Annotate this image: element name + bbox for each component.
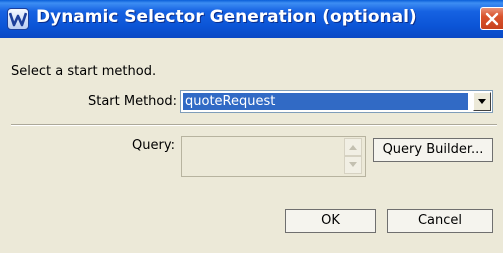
close-x-icon [485, 12, 499, 26]
window-title: Dynamic Selector Generation (optional) [36, 7, 417, 27]
dropdown-arrow-button[interactable] [473, 92, 491, 111]
wsad-w-icon[interactable] [7, 8, 29, 30]
scroll-up-button[interactable] [344, 138, 362, 156]
title-bar[interactable]: Dynamic Selector Generation (optional) [0, 0, 503, 38]
chevron-down-icon [349, 162, 357, 167]
dialog-window: Dynamic Selector Generation (optional) S… [0, 0, 503, 253]
chevron-up-icon [349, 145, 357, 150]
chevron-down-icon [478, 99, 486, 104]
start-method-selected-value[interactable]: quoteRequest [183, 93, 468, 110]
start-method-select[interactable]: quoteRequest [180, 90, 493, 113]
ok-button[interactable]: OK [285, 209, 376, 233]
start-method-label: Start Method: [87, 94, 177, 109]
cancel-button[interactable]: Cancel [387, 209, 493, 233]
query-builder-button[interactable]: Query Builder... [373, 138, 493, 162]
close-button[interactable] [480, 7, 503, 30]
query-textarea[interactable] [181, 136, 366, 177]
instruction-text: Select a start method. [11, 64, 157, 79]
separator [11, 124, 497, 126]
scroll-down-button[interactable] [344, 156, 362, 174]
query-label: Query: [132, 138, 175, 153]
